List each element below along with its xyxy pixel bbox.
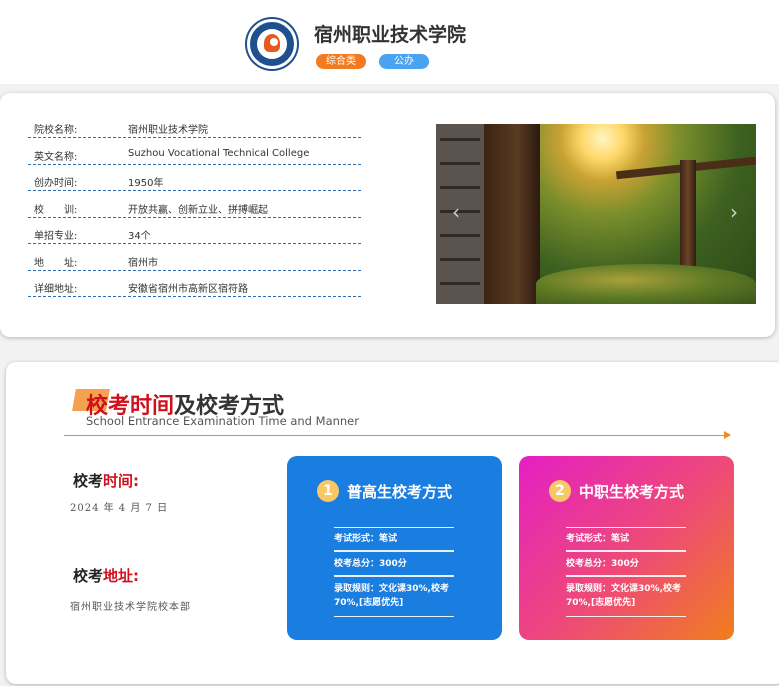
exam-place-heading: 校考地址:	[73, 565, 139, 586]
exam-place-heading-b: 地址:	[103, 567, 140, 585]
school-nature-badge: 公办	[379, 54, 429, 69]
mode-number-badge: 2	[549, 480, 571, 502]
mode-divider	[566, 616, 686, 617]
exam-info-card: 校考时间及校考方式 School Entrance Examination Ti…	[6, 362, 779, 684]
exam-time-heading: 校考时间:	[73, 470, 139, 491]
school-title: 宿州职业技术学院	[314, 24, 467, 46]
info-label: 英文名称:	[34, 152, 78, 163]
mode-divider	[566, 575, 686, 577]
mode-exam-form: 考试形式：笔试	[566, 534, 630, 544]
mode-admission-rule: 录取规则：文化课30%,校考70%,[志愿优先]	[566, 584, 681, 608]
info-row-english-name: 英文名称: Suzhou Vocational Technical Colleg…	[28, 138, 361, 165]
mode-divider	[334, 616, 454, 617]
mode-title: 中职生校考方式	[579, 483, 685, 501]
arrow-right-icon	[724, 431, 731, 439]
mode-divider	[334, 575, 454, 577]
info-row-name: 院校名称: 宿州职业技术学院	[28, 111, 361, 138]
mode-divider	[334, 527, 454, 528]
mode-number-badge: 1	[317, 480, 339, 502]
info-value: 安徽省宿州市高新区宿符路	[128, 284, 248, 295]
exam-time-value: 2024 年 4 月 7 日	[70, 503, 169, 514]
exam-time-heading-b: 时间:	[103, 472, 140, 490]
exam-time-heading-a: 校考	[73, 472, 104, 490]
info-value: 1950年	[128, 178, 164, 189]
mode-total-score: 校考总分：300分	[566, 559, 639, 569]
info-row-address: 地 址: 宿州市	[28, 244, 361, 271]
info-label: 地 址:	[34, 258, 78, 269]
campus-photo	[436, 124, 484, 304]
school-info-card: 院校名称: 宿州职业技术学院 英文名称: Suzhou Vocational T…	[0, 93, 775, 337]
mode-divider	[334, 550, 454, 552]
info-row-founded: 创办时间: 1950年	[28, 164, 361, 191]
high-school-exam-mode-card: 1 普高生校考方式 考试形式：笔试 校考总分：300分 录取规则：文化课30%,…	[287, 456, 502, 640]
school-header: 宿州职业技术学院 综合类 公办	[0, 0, 779, 84]
school-type-badge: 综合类	[316, 54, 366, 69]
mode-title: 普高生校考方式	[347, 483, 453, 501]
info-row-detail-address: 详细地址: 安徽省宿州市高新区宿符路	[28, 270, 361, 297]
info-value: 宿州市	[128, 258, 158, 269]
chevron-left-icon[interactable]: ‹	[452, 202, 460, 222]
info-value: 宿州职业技术学院	[128, 125, 208, 136]
mode-divider	[566, 550, 686, 552]
info-value: 34个	[128, 231, 151, 242]
exam-place-value: 宿州职业技术学院校本部	[70, 602, 191, 613]
info-label: 校 训:	[34, 205, 78, 216]
exam-place-heading-a: 校考	[73, 567, 104, 585]
campus-photo-carousel[interactable]: ‹ ›	[436, 124, 756, 304]
mode-total-score: 校考总分：300分	[334, 559, 407, 569]
section-divider	[64, 435, 730, 436]
mode-divider	[566, 527, 686, 528]
info-label: 详细地址:	[34, 284, 78, 295]
chevron-right-icon[interactable]: ›	[730, 202, 738, 222]
vocational-exam-mode-card: 2 中职生校考方式 考试形式：笔试 校考总分：300分 录取规则：文化课30%,…	[519, 456, 734, 640]
info-value: 开放共赢、创新立业、拼搏崛起	[128, 205, 268, 216]
info-label: 创办时间:	[34, 178, 78, 189]
info-label: 单招专业:	[34, 231, 78, 242]
info-label: 院校名称:	[34, 125, 78, 136]
info-value: Suzhou Vocational Technical College	[128, 148, 310, 159]
info-row-motto: 校 训: 开放共赢、创新立业、拼搏崛起	[28, 191, 361, 218]
section-subtitle: School Entrance Examination Time and Man…	[86, 414, 359, 428]
mode-exam-form: 考试形式：笔试	[334, 534, 398, 544]
school-logo-icon	[247, 19, 297, 69]
mode-admission-rule: 录取规则：文化课30%,校考70%,[志愿优先]	[334, 584, 449, 608]
info-row-majors: 单招专业: 34个	[28, 217, 361, 244]
